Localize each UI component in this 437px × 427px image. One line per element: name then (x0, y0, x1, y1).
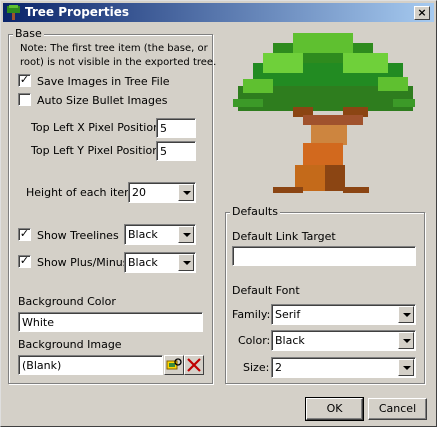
browse-image-button[interactable] (164, 355, 184, 375)
background-color-input[interactable]: White (18, 312, 203, 332)
chevron-down-icon[interactable] (178, 226, 194, 243)
background-color-label: Background Color (18, 295, 116, 308)
plusminus-color-select[interactable]: Black (124, 252, 196, 273)
clear-image-button[interactable] (184, 355, 204, 375)
plusminus-color-value: Black (128, 256, 158, 269)
top-left-y-label: Top Left Y Pixel Position: (31, 144, 163, 157)
close-button[interactable]: × (414, 6, 430, 20)
item-height-select[interactable]: 20 (128, 182, 196, 203)
show-treelines-label[interactable]: Show Treelines (37, 229, 119, 242)
font-size-select[interactable]: 2 (271, 357, 416, 378)
base-group-label: Base (13, 27, 44, 40)
background-image-label: Background Image (18, 338, 122, 351)
link-target-label: Default Link Target (232, 230, 336, 243)
show-treelines-checkbox[interactable]: ✓ (18, 228, 31, 241)
auto-size-checkbox[interactable] (18, 93, 31, 106)
top-left-x-input[interactable]: 5 (156, 118, 196, 138)
font-color-value: Black (275, 334, 305, 347)
top-left-y-input[interactable]: 5 (156, 141, 196, 161)
save-images-label[interactable]: Save Images in Tree File (37, 75, 170, 88)
window-title: Tree Properties (25, 5, 129, 19)
defaults-group-label: Defaults (230, 205, 280, 218)
show-plusminus-checkbox[interactable]: ✓ (18, 255, 31, 268)
font-family-label: Family: (232, 308, 271, 321)
browse-image-icon (166, 358, 182, 370)
chevron-down-icon[interactable] (398, 332, 414, 349)
treelines-color-value: Black (128, 228, 158, 241)
auto-size-label[interactable]: Auto Size Bullet Images (37, 94, 168, 107)
ok-button[interactable]: OK (305, 397, 364, 421)
font-color-label: Color: (238, 334, 271, 347)
chevron-down-icon[interactable] (178, 184, 194, 201)
save-images-checkbox[interactable]: ✓ (18, 74, 31, 87)
item-height-label: Height of each item: (26, 186, 139, 199)
cancel-button[interactable]: Cancel (368, 398, 427, 420)
tree-illustration (233, 33, 415, 193)
link-target-input[interactable] (232, 246, 416, 266)
background-image-input[interactable]: (Blank) (18, 355, 163, 375)
font-size-label: Size: (243, 361, 270, 374)
show-plusminus-label[interactable]: Show Plus/Minus (37, 256, 129, 269)
top-left-x-label: Top Left X Pixel Position: (31, 121, 164, 134)
treelines-color-select[interactable]: Black (124, 224, 196, 245)
chevron-down-icon[interactable] (398, 306, 414, 323)
tree-icon (7, 5, 20, 20)
title-bar[interactable]: Tree Properties × (3, 3, 434, 22)
item-height-value: 20 (132, 186, 146, 199)
tree-properties-dialog: Tree Properties × Base Note: The first t… (0, 0, 437, 427)
chevron-down-icon[interactable] (398, 359, 414, 376)
font-size-value: 2 (275, 361, 282, 374)
chevron-down-icon[interactable] (178, 254, 194, 271)
font-color-select[interactable]: Black (271, 330, 416, 351)
note-line-2: root) is not visible in the exported tre… (20, 57, 217, 68)
clear-x-icon (187, 358, 201, 372)
font-family-value: Serif (275, 308, 301, 321)
default-font-label: Default Font (232, 284, 300, 297)
note-line-1: Note: The first tree item (the base, or (20, 43, 208, 54)
font-family-select[interactable]: Serif (271, 304, 416, 325)
